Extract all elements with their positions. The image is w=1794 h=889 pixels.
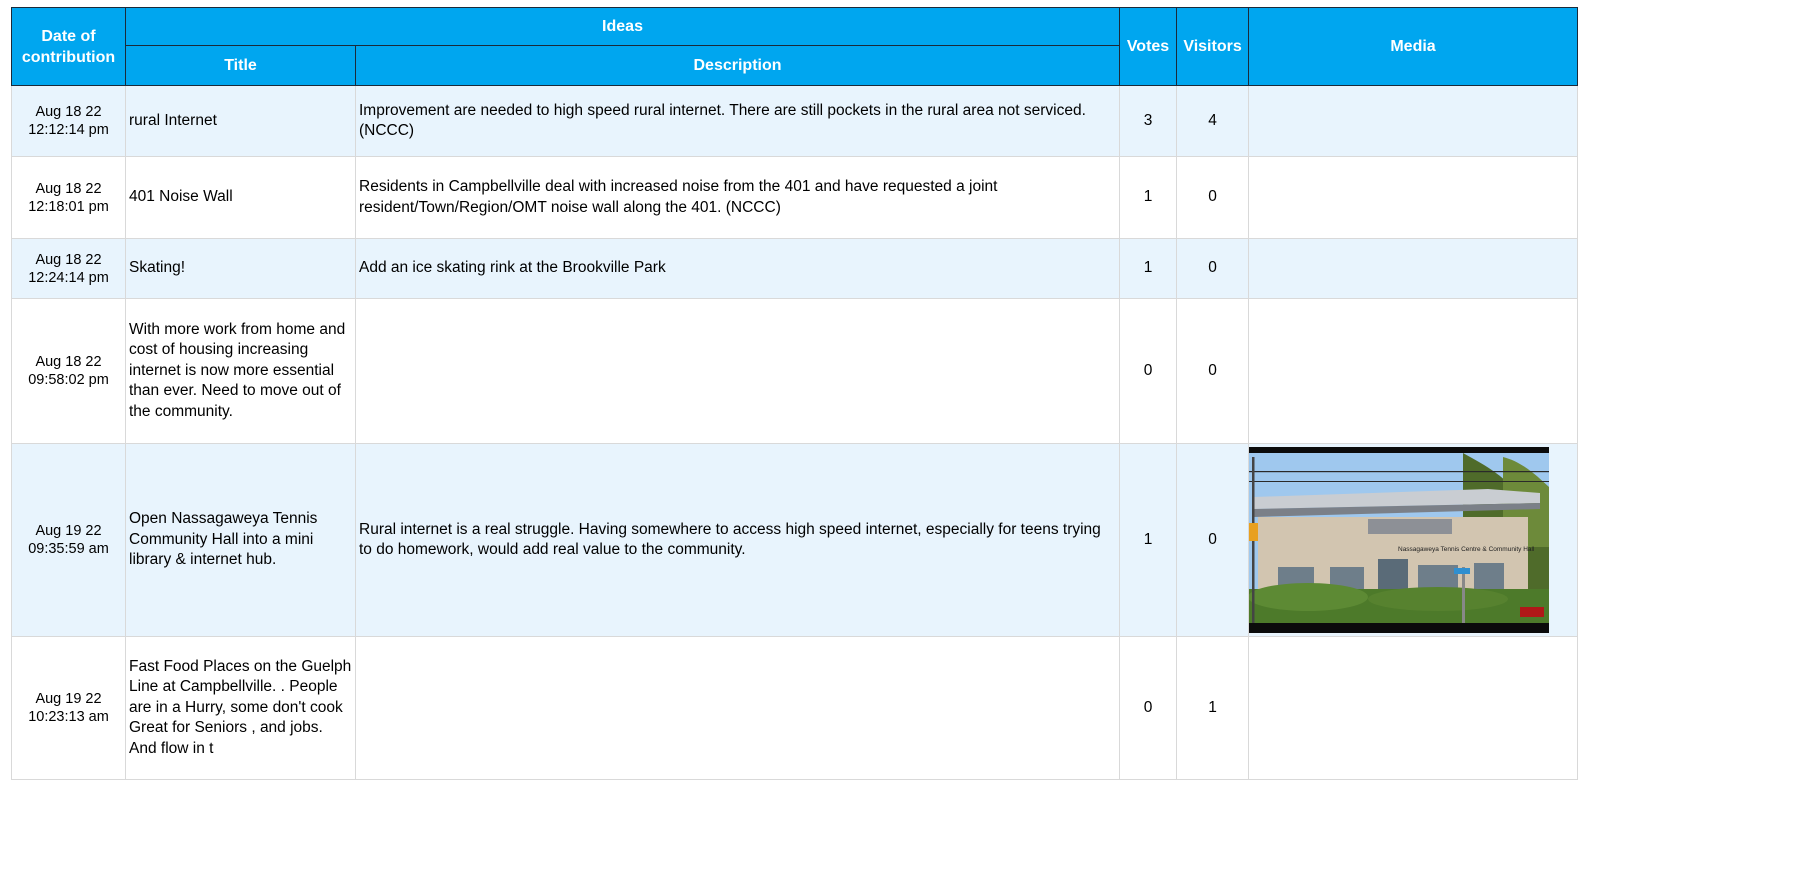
media-cell: Nassagaweya Tennis Centre & Community Ha… bbox=[1248, 443, 1579, 637]
media-cell bbox=[1248, 156, 1579, 239]
visitors-cell: 0 bbox=[1176, 443, 1250, 637]
ideas-group-header: Ideas bbox=[124, 7, 1121, 46]
media-cell bbox=[1248, 298, 1579, 444]
date-cell: Aug 18 22 12:12:14 pm bbox=[11, 85, 126, 157]
description-cell: Improvement are needed to high speed rur… bbox=[354, 85, 1121, 157]
description-cell: Rural internet is a real struggle. Havin… bbox=[354, 443, 1121, 637]
visitors-cell: 1 bbox=[1176, 636, 1250, 780]
title-cell: With more work from home and cost of hou… bbox=[125, 298, 356, 444]
table-row: Aug 18 22 12:24:14 pm Skating! Add an ice… bbox=[11, 238, 1579, 299]
date-cell: Aug 18 22 12:18:01 pm bbox=[11, 156, 126, 239]
description-cell: Residents in Campbellville deal with inc… bbox=[354, 156, 1121, 239]
title-column-header: Title bbox=[125, 45, 356, 86]
visitors-cell: 0 bbox=[1176, 156, 1250, 239]
votes-cell: 1 bbox=[1119, 156, 1178, 239]
ideas-table: Date of contribution Ideas Votes Visitor… bbox=[11, 7, 1579, 780]
title-cell: Fast Food Places on the Guelph Line at C… bbox=[125, 636, 356, 780]
votes-cell: 1 bbox=[1119, 443, 1178, 637]
description-cell: Add an ice skating rink at the Brookvill… bbox=[354, 238, 1121, 299]
media-cell bbox=[1248, 238, 1579, 299]
description-column-header: Description bbox=[354, 45, 1121, 86]
votes-cell: 1 bbox=[1119, 238, 1178, 299]
date-cell: Aug 18 22 12:24:14 pm bbox=[11, 238, 126, 299]
title-cell: 401 Noise Wall bbox=[125, 156, 356, 239]
votes-cell: 0 bbox=[1119, 298, 1178, 444]
title-cell: Skating! bbox=[125, 238, 356, 299]
date-cell: Aug 18 22 09:58:02 pm bbox=[11, 298, 126, 444]
date-header-label: Date of contribution bbox=[21, 27, 116, 66]
table-row: Aug 18 22 09:58:02 pm With more work from… bbox=[11, 298, 1579, 444]
table-row: Aug 18 22 12:12:14 pm rural Internet Impr… bbox=[11, 85, 1579, 157]
description-cell bbox=[354, 636, 1121, 780]
title-cell: Open Nassagaweya Tennis Community Hall i… bbox=[125, 443, 356, 637]
media-cell bbox=[1248, 636, 1579, 780]
votes-cell: 0 bbox=[1119, 636, 1178, 780]
date-cell: Aug 19 22 09:35:59 am bbox=[11, 443, 126, 637]
votes-cell: 3 bbox=[1119, 85, 1178, 157]
date-cell: Aug 19 22 10:23:13 am bbox=[11, 636, 126, 780]
votes-column-header: Votes bbox=[1119, 7, 1178, 86]
table-row: Aug 18 22 12:18:01 pm 401 Noise Wall Resi… bbox=[11, 156, 1579, 239]
title-cell: rural Internet bbox=[125, 85, 356, 157]
table-row: Aug 19 22 09:35:59 am Open Nassagaweya Te… bbox=[11, 443, 1579, 637]
media-cell bbox=[1248, 85, 1579, 157]
visitors-column-header: Visitors bbox=[1176, 7, 1250, 86]
table-row: Aug 19 22 10:23:13 am Fast Food Places on… bbox=[11, 636, 1579, 780]
visitors-cell: 0 bbox=[1176, 238, 1250, 299]
visitors-cell: 4 bbox=[1176, 85, 1250, 157]
community-hall-photo[interactable]: Nassagaweya Tennis Centre & Community Ha… bbox=[1249, 447, 1550, 633]
date-column-header: Date of contribution bbox=[11, 7, 126, 86]
description-cell bbox=[354, 298, 1121, 444]
visitors-cell: 0 bbox=[1176, 298, 1250, 444]
hall-sign-text: Nassagaweya Tennis Centre & Community Ha… bbox=[1398, 546, 1535, 553]
media-column-header: Media bbox=[1248, 7, 1579, 86]
